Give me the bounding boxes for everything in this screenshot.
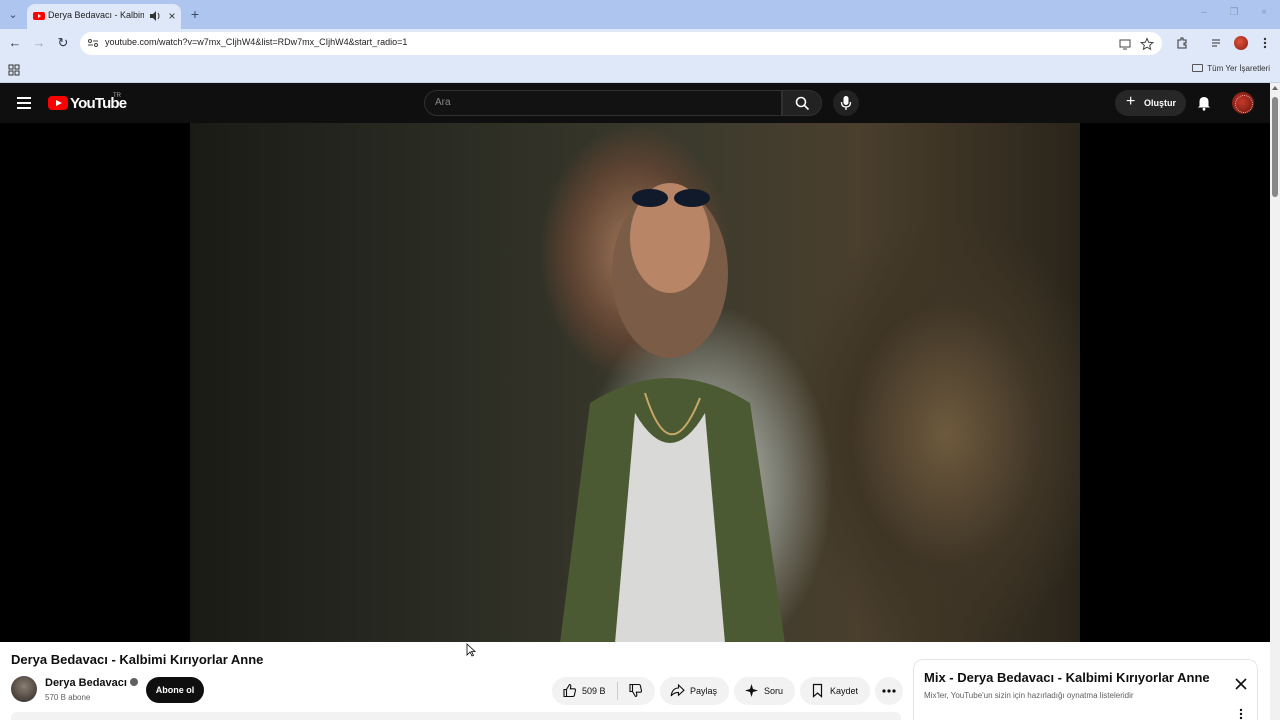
notifications-bell-icon[interactable] — [1196, 95, 1212, 111]
channel-name-link[interactable]: Derya Bedavacı — [45, 677, 138, 689]
tab-search-chevron-icon[interactable]: ⌄ — [5, 7, 21, 23]
share-button[interactable]: Paylaş — [660, 677, 729, 705]
bookmark-star-icon[interactable] — [1140, 37, 1154, 51]
voice-search-button[interactable] — [833, 90, 859, 116]
video-title: Derya Bedavacı - Kalbimi Kırıyorlar Anne — [11, 652, 264, 667]
search-button[interactable] — [782, 90, 822, 116]
ask-label: Soru — [764, 686, 784, 696]
subscriber-count: 570 B abone — [45, 693, 91, 702]
channel-avatar[interactable] — [11, 676, 37, 702]
video-player[interactable] — [0, 123, 1270, 657]
more-vertical-icon[interactable] — [1258, 36, 1272, 50]
mix-title[interactable]: Mix - Derya Bedavacı - Kalbimi Kırıyorla… — [924, 670, 1210, 685]
reload-icon[interactable]: ↻ — [55, 35, 71, 51]
more-actions-button[interactable] — [875, 677, 903, 705]
country-code: TR — [113, 93, 121, 99]
share-label: Paylaş — [690, 686, 718, 696]
url-text: youtube.com/watch?v=w7mx_CIjhW4&list=RDw… — [105, 37, 408, 47]
search-input[interactable]: Ara — [424, 90, 782, 116]
like-dislike-group: 509 B — [552, 677, 655, 705]
like-button[interactable]: 509 B — [552, 677, 617, 705]
scroll-up-arrow-icon[interactable] — [1272, 86, 1278, 90]
video-content-figure — [560, 183, 785, 642]
all-bookmarks-label: Tüm Yer İşaretleri — [1207, 64, 1270, 73]
sparkle-icon — [745, 684, 758, 697]
video-frame[interactable] — [190, 123, 1080, 642]
restore-icon[interactable]: ❐ — [1227, 6, 1241, 20]
more-horizontal-icon — [882, 689, 896, 693]
browser-toolbar: ← → ↻ youtube.com/watch?v=w7mx_CIjhW4&li… — [0, 29, 1280, 58]
back-arrow-icon[interactable]: ← — [7, 35, 23, 51]
site-info-icon[interactable] — [87, 37, 99, 49]
speaker-icon[interactable] — [148, 9, 162, 23]
tab-title: Derya Bedavacı - Kalbimi K — [48, 10, 144, 20]
window-close-icon[interactable]: × — [1257, 6, 1271, 20]
browser-tab-active[interactable]: Derya Bedavacı - Kalbimi K × — [27, 4, 181, 29]
thumbs-down-icon — [629, 683, 643, 698]
verified-badge-icon — [129, 678, 138, 686]
youtube-play-icon — [48, 96, 68, 110]
minimize-icon[interactable]: – — [1197, 6, 1211, 20]
dislike-button[interactable] — [618, 677, 655, 705]
close-icon[interactable] — [1232, 675, 1250, 693]
forward-arrow-icon[interactable]: → — [31, 35, 47, 51]
profile-avatar[interactable] — [1234, 36, 1248, 50]
ask-button[interactable]: Soru — [734, 677, 795, 705]
thumbs-up-icon — [563, 683, 577, 698]
share-arrow-icon — [670, 683, 685, 697]
address-bar[interactable]: youtube.com/watch?v=w7mx_CIjhW4&list=RDw… — [80, 32, 1162, 55]
mouse-cursor-icon — [466, 643, 476, 657]
microphone-icon — [840, 96, 852, 110]
account-avatar[interactable] — [1232, 92, 1254, 114]
save-label: Kaydet — [830, 686, 859, 696]
like-count: 509 B — [582, 686, 606, 696]
scroll-thumb[interactable] — [1272, 97, 1278, 197]
page-scrollbar[interactable] — [1270, 83, 1280, 720]
mix-description: Mix'ler, YouTube'un sizin için hazırladı… — [924, 691, 1134, 700]
save-button[interactable]: Kaydet — [800, 677, 870, 705]
extensions-icon[interactable] — [1175, 36, 1189, 50]
more-vertical-icon[interactable] — [1238, 708, 1244, 720]
mix-playlist-panel: Mix - Derya Bedavacı - Kalbimi Kırıyorla… — [913, 659, 1258, 720]
search-placeholder: Ara — [435, 97, 451, 108]
create-label: Oluştur — [1144, 98, 1177, 108]
browser-tabstrip: ⌄ Derya Bedavacı - Kalbimi K × + – ❐ × — [0, 0, 1280, 29]
media-controls-icon[interactable] — [1210, 36, 1224, 50]
youtube-header: YouTube TR Ara + Oluştur — [0, 83, 1270, 123]
bookmark-icon — [812, 683, 823, 698]
apps-grid-icon[interactable] — [8, 64, 20, 76]
create-button[interactable]: + Oluştur — [1115, 90, 1186, 116]
cast-icon[interactable] — [1118, 37, 1132, 51]
bookmarks-bar: Tüm Yer İşaretleri — [0, 58, 1280, 83]
folder-icon — [1192, 64, 1204, 72]
subscribe-button[interactable]: Abone ol — [146, 677, 204, 703]
all-bookmarks-button[interactable]: Tüm Yer İşaretleri — [1192, 64, 1270, 73]
menu-hamburger-icon[interactable] — [17, 97, 31, 109]
search-icon — [795, 96, 810, 111]
tab-close-icon[interactable]: × — [165, 7, 179, 25]
plus-icon: + — [1126, 93, 1136, 110]
channel-name: Derya Bedavacı — [45, 677, 127, 689]
youtube-favicon-icon — [33, 12, 45, 20]
description-box-edge[interactable] — [11, 712, 901, 720]
new-tab-plus-icon[interactable]: + — [187, 5, 203, 23]
